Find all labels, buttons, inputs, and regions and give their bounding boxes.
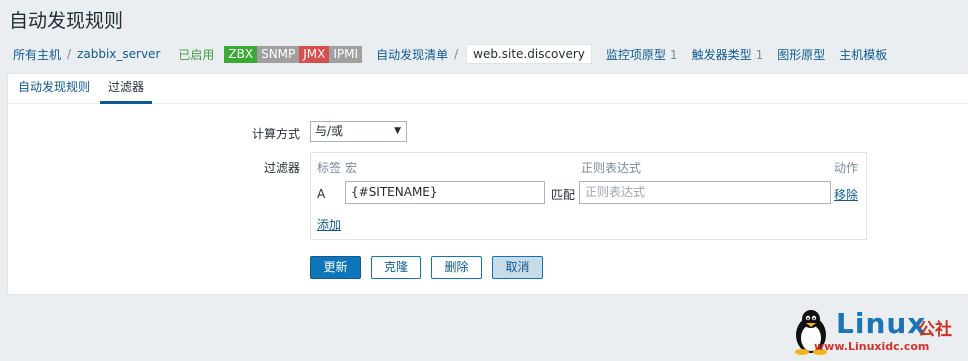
breadcrumb-all-hosts[interactable]: 所有主机	[13, 46, 61, 63]
macro-input[interactable]: {#SITENAME}	[345, 181, 545, 204]
trigger-prototypes-count: 1	[755, 47, 764, 62]
delete-button[interactable]: 删除	[431, 256, 482, 279]
calc-type-value: 与/或	[315, 124, 344, 138]
form-panel: 自动发现规则 过滤器 计算方式 与/或 ▼ 过滤器 标签 宏 正则表达式 动作 …	[7, 73, 968, 295]
host-status-enabled[interactable]: 已启用	[178, 46, 214, 63]
chevron-down-icon: ▼	[394, 126, 401, 136]
badge-jmx: JMX	[299, 45, 330, 63]
col-head-action: 动作	[834, 161, 859, 175]
item-prototypes-label: 监控项原型	[605, 47, 666, 62]
cancel-button[interactable]: 取消	[492, 256, 543, 279]
tab-bar: 自动发现规则 过滤器	[8, 74, 968, 104]
filter-table: 标签 宏 正则表达式 动作 A {#SITENAME} 匹配 正则表达式 移除 …	[310, 152, 867, 240]
col-head-macro: 宏	[345, 161, 358, 175]
tab-filters[interactable]: 过滤器	[100, 74, 153, 104]
regex-input[interactable]: 正则表达式	[579, 181, 831, 204]
breadcrumb-trigger-prototypes[interactable]: 触发器类型 1	[692, 46, 764, 63]
breadcrumb-host[interactable]: zabbix_server	[77, 47, 160, 61]
watermark-brand: Linux	[836, 307, 927, 340]
filter-row-label: A	[317, 187, 326, 201]
add-filter-link[interactable]: 添加	[317, 216, 341, 233]
breadcrumb: 所有主机 / zabbix_server 已启用 ZBX SNMP JMX IP…	[13, 42, 887, 66]
tab-discovery-rule[interactable]: 自动发现规则	[10, 74, 98, 101]
page-title: 自动发现规则	[9, 10, 124, 32]
item-prototypes-count: 1	[669, 47, 678, 62]
calc-type-select[interactable]: 与/或 ▼	[310, 121, 407, 142]
breadcrumb-host-prototypes[interactable]: 主机模板	[839, 46, 887, 63]
trigger-prototypes-label: 触发器类型	[691, 47, 752, 62]
operator-label: 匹配	[551, 188, 576, 202]
col-head-label: 标签	[317, 161, 342, 175]
badge-zbx: ZBX	[224, 45, 258, 63]
availability-badges: ZBX SNMP JMX IPMI	[224, 45, 363, 63]
watermark-url: www.Linuxidc.com	[814, 340, 930, 353]
breadcrumb-current-rule: web.site.discovery	[466, 44, 592, 64]
update-button[interactable]: 更新	[310, 256, 361, 279]
col-head-regex: 正则表达式	[581, 161, 642, 175]
breadcrumb-item-prototypes[interactable]: 监控项原型 1	[606, 46, 678, 63]
remove-link[interactable]: 移除	[834, 186, 858, 203]
clone-button[interactable]: 克隆	[371, 256, 421, 279]
breadcrumb-discovery-list[interactable]: 自动发现清单	[376, 46, 448, 63]
calc-type-label: 计算方式	[251, 127, 300, 141]
badge-snmp: SNMP	[257, 45, 300, 63]
breadcrumb-graph-prototypes[interactable]: 图形原型	[777, 46, 825, 63]
watermark-logo: Linux 公社 www.Linuxidc.com	[786, 305, 964, 357]
breadcrumb-separator: /	[454, 47, 459, 61]
breadcrumb-separator: /	[67, 47, 72, 61]
badge-ipmi: IPMI	[329, 45, 363, 63]
filters-label: 过滤器	[263, 161, 300, 175]
watermark-cn: 公社	[918, 320, 952, 340]
